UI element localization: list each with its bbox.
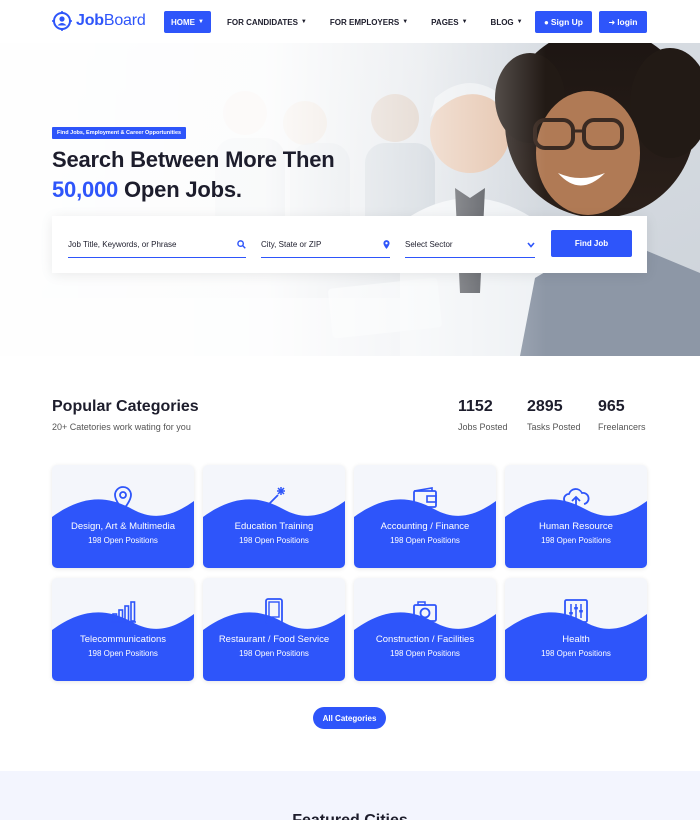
location-input[interactable]: City, State or ZIP — [261, 232, 390, 258]
category-name: Human Resource — [539, 521, 613, 532]
sector-select[interactable]: Select Sector — [405, 232, 535, 258]
category-name: Health — [562, 634, 590, 645]
wave-background — [505, 499, 647, 568]
stat-tasks-posted: 2895 Tasks Posted — [527, 398, 581, 432]
equalizer-icon — [564, 599, 588, 623]
category-positions: 198 Open Positions — [390, 536, 460, 545]
wave-background — [203, 499, 345, 568]
search-icon — [237, 240, 246, 249]
category-card[interactable]: Construction / Facilities 198 Open Positi… — [354, 578, 496, 681]
nav-for-candidates[interactable]: FOR CANDIDATES ▼ — [220, 11, 314, 33]
wallet-icon — [413, 487, 437, 508]
category-card[interactable]: Accounting / Finance 198 Open Positions — [354, 465, 496, 568]
logo[interactable]: JobBoard — [52, 10, 146, 32]
find-job-button[interactable]: Find Job — [551, 230, 632, 257]
chevron-down-icon: ▼ — [402, 19, 409, 25]
categories-title: Popular Categories — [52, 398, 199, 415]
hero-title-highlight: 50,000 — [52, 177, 119, 202]
chevron-down-icon: ▼ — [300, 19, 307, 25]
chevron-down-icon — [527, 241, 535, 248]
location-pin-icon — [114, 486, 132, 512]
featured-cities-title: Featured Cities — [0, 812, 700, 820]
keyword-input[interactable]: Job Title, Keywords, or Phrase — [68, 232, 246, 258]
category-positions: 198 Open Positions — [541, 649, 611, 658]
category-positions: 198 Open Positions — [239, 649, 309, 658]
category-card[interactable]: Health 198 Open Positions — [505, 578, 647, 681]
category-positions: 198 Open Positions — [88, 536, 158, 545]
logo-text: JobBoard — [76, 12, 146, 29]
nav-pages[interactable]: PAGES ▼ — [424, 11, 474, 33]
stat-freelancers: 965 Freelancers — [598, 398, 646, 432]
category-name: Telecommunications — [79, 634, 167, 645]
main-nav: HOME ▼ FOR CANDIDATES ▼ FOR EMPLOYERS ▼ PAG… — [164, 11, 539, 33]
category-positions: 198 Open Positions — [541, 536, 611, 545]
chevron-down-icon: ▼ — [198, 19, 204, 25]
wave-background — [52, 499, 194, 568]
hero-title: Search Between More Then 50,000 Open Job… — [52, 147, 335, 202]
category-positions: 198 Open Positions — [88, 649, 158, 658]
wave-background — [203, 612, 345, 681]
tablet-icon — [265, 598, 283, 624]
cloud-upload-icon — [563, 488, 590, 509]
user-icon: ● — [544, 17, 549, 27]
category-card[interactable]: Education Training 198 Open Positions — [203, 465, 345, 568]
site-header: JobBoard HOME ▼ FOR CANDIDATES ▼ FOR EMPLO… — [0, 0, 700, 43]
category-name: Education Training — [234, 521, 314, 532]
logo-icon — [52, 11, 72, 31]
login-icon: ➜ — [608, 17, 616, 27]
categories-subtitle: 20+ Catetories work wating for you — [52, 422, 191, 432]
category-name: Construction / Facilities — [375, 634, 475, 645]
all-categories-button[interactable]: All Categories — [313, 707, 386, 729]
category-card[interactable]: Telecommunications 198 Open Positions — [52, 578, 194, 681]
hero-tagline: Find Jobs, Employment & Career Opportuni… — [52, 127, 187, 139]
wave-background — [505, 612, 647, 681]
map-marker-icon — [383, 240, 390, 249]
nav-home[interactable]: HOME ▼ — [164, 11, 211, 33]
category-card[interactable]: Design, Art & Multimedia 198 Open Positio… — [52, 465, 194, 568]
chevron-down-icon: ▼ — [461, 19, 468, 25]
category-name: Restaurant / Food Service — [218, 634, 330, 645]
signup-button[interactable]: ● Sign Up — [535, 11, 592, 33]
nav-for-employers[interactable]: FOR EMPLOYERS ▼ — [323, 11, 415, 33]
camera-icon — [413, 601, 437, 622]
category-card[interactable]: Human Resource 198 Open Positions — [505, 465, 647, 568]
category-positions: 198 Open Positions — [390, 649, 460, 658]
signal-bars-icon — [111, 601, 136, 623]
category-name: Accounting / Finance — [380, 521, 470, 532]
stat-jobs-posted: 1152 Jobs Posted — [458, 398, 508, 432]
wave-background — [52, 612, 194, 681]
category-card[interactable]: Restaurant / Food Service 198 Open Positi… — [203, 578, 345, 681]
wave-background — [354, 499, 496, 568]
job-search-form: Job Title, Keywords, or Phrase City, Sta… — [52, 216, 647, 273]
category-positions: 198 Open Positions — [239, 536, 309, 545]
category-name: Design, Art & Multimedia — [70, 521, 175, 532]
magic-wand-icon — [263, 487, 285, 510]
login-button[interactable]: ➜ login — [599, 11, 647, 33]
nav-blog[interactable]: BLOG ▼ — [484, 11, 530, 33]
featured-cities-section: Featured Cities — [0, 771, 700, 820]
wave-background — [354, 612, 496, 681]
chevron-down-icon: ▼ — [516, 19, 523, 25]
hero-section: Find Jobs, Employment & Career Opportuni… — [0, 43, 700, 356]
